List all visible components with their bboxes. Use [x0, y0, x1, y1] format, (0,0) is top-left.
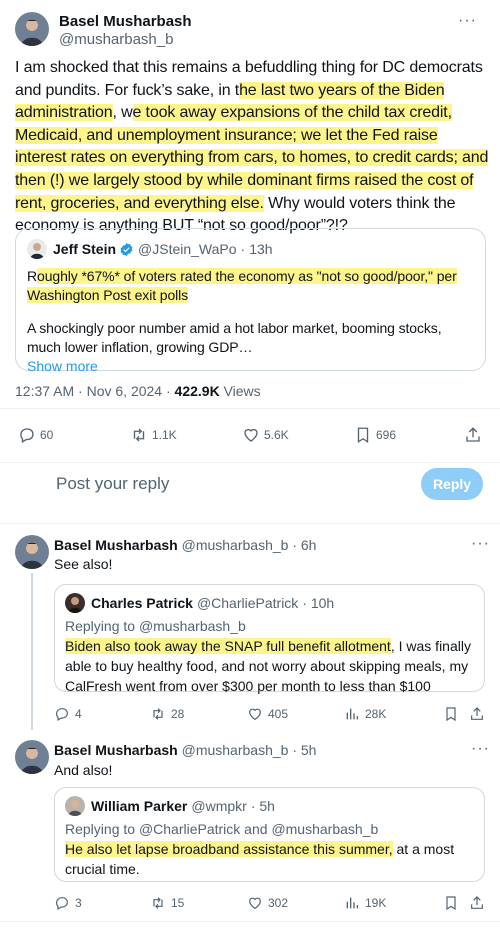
like-action[interactable]: 5.6K: [242, 426, 289, 444]
tweet-text: I am shocked that this remains a befuddl…: [15, 59, 489, 235]
repost-icon: [153, 708, 163, 720]
quoted-author-name[interactable]: Jeff Stein: [53, 241, 116, 257]
bookmark-action[interactable]: [443, 706, 459, 722]
quoted-author-avatar[interactable]: [65, 593, 85, 613]
share-icon: [466, 427, 480, 442]
reply-action[interactable]: 3: [54, 895, 82, 911]
share-icon: [471, 707, 483, 720]
heart-icon: [244, 428, 258, 442]
analytics-icon: [346, 897, 358, 909]
reply-composer: Post your reply Reply: [0, 466, 500, 506]
reply-actions: 4 28 405 28K: [54, 706, 485, 724]
thread-line: [31, 573, 33, 730]
quoted-author-handle: @JStein_WaPo: [138, 241, 237, 257]
reply-icon: [56, 897, 68, 911]
heart-icon: [249, 708, 261, 721]
reply-author-avatar[interactable]: [15, 740, 49, 774]
mention-link[interactable]: @CharliePatrick: [139, 821, 240, 837]
reply-input[interactable]: Post your reply: [56, 474, 169, 494]
mention-link[interactable]: @musharbash_b: [139, 618, 246, 634]
reply-action[interactable]: 4: [54, 706, 82, 722]
reply-quoted-tweet[interactable]: William Parker @wmpkr · 5h Replying to @…: [54, 787, 485, 882]
quoted-author-handle: @wmpkr: [191, 798, 247, 814]
quoted-time: · 10h: [302, 595, 335, 611]
divider: [0, 523, 500, 524]
bookmark-icon: [446, 707, 456, 722]
like-action[interactable]: 302: [247, 895, 288, 911]
reply-author-name[interactable]: Basel Musharbash: [54, 742, 178, 758]
quoted-text: Roughly *67%* of voters rated the econom…: [27, 268, 457, 303]
more-options-icon[interactable]: ···: [458, 13, 477, 29]
repost-action[interactable]: 15: [150, 895, 184, 911]
repost-icon: [153, 897, 163, 909]
quoted-body: A shockingly poor number amid a hot labo…: [27, 320, 442, 355]
quoted-author-name[interactable]: Charles Patrick: [91, 595, 193, 611]
author-handle[interactable]: @musharbash_b: [59, 30, 192, 49]
quoted-author-avatar[interactable]: [65, 796, 85, 816]
quoted-author-name[interactable]: William Parker: [91, 798, 187, 814]
bookmark-icon: [357, 427, 369, 444]
reply-icon: [20, 428, 34, 443]
divider: [0, 462, 500, 463]
bookmark-action[interactable]: 696: [354, 426, 396, 444]
bookmark-icon: [446, 896, 456, 911]
reply-text: And also!: [54, 762, 113, 778]
reply-author-handle[interactable]: @musharbash_b: [182, 537, 289, 553]
repost-action[interactable]: 1.1K: [130, 426, 177, 444]
like-action[interactable]: 405: [247, 706, 288, 722]
reply-author-avatar[interactable]: [15, 535, 49, 569]
divider: [0, 921, 500, 922]
tweet-meta: 12:37 AM · Nov 6, 2024 · 422.9K Views: [15, 383, 261, 399]
views-count: 422.9K: [174, 383, 220, 399]
quoted-tweet[interactable]: Jeff Stein @JStein_WaPo · 13h Roughly *6…: [15, 228, 486, 374]
reply-icon: [56, 708, 68, 722]
share-action[interactable]: [464, 426, 482, 444]
reply-header: Basel Musharbash @musharbash_b · 5h: [54, 742, 316, 759]
repost-action[interactable]: 28: [150, 706, 184, 722]
analytics-icon: [346, 708, 358, 720]
quoted-time: · 5h: [250, 798, 275, 814]
reply-actions: 3 15 302 19K: [54, 895, 485, 913]
reply-quoted-tweet[interactable]: Charles Patrick @CharliePatrick · 10h Re…: [54, 584, 485, 694]
reply-text: See also!: [54, 556, 113, 572]
reply-header: Basel Musharbash @musharbash_b · 6h: [54, 537, 316, 554]
quoted-text: Biden also took away the SNAP full benef…: [65, 638, 471, 694]
reply-button[interactable]: Reply: [421, 468, 483, 500]
bookmark-action[interactable]: [443, 895, 459, 911]
quoted-time: 13h: [249, 241, 273, 257]
verified-badge-icon: [120, 242, 133, 256]
quoted-author-handle: @CharliePatrick: [196, 595, 299, 611]
reply-action[interactable]: 60: [18, 426, 53, 444]
share-action[interactable]: [469, 706, 485, 722]
author-name[interactable]: Basel Musharbash: [59, 13, 192, 30]
quoted-author-avatar[interactable]: [27, 239, 47, 259]
views-action[interactable]: 19K: [344, 895, 386, 911]
reply-author-name[interactable]: Basel Musharbash: [54, 537, 178, 553]
quoted-text: He also let lapse broadband assistance t…: [65, 841, 455, 877]
share-icon: [471, 896, 483, 909]
author-avatar[interactable]: [15, 12, 49, 46]
more-options-icon[interactable]: ···: [471, 536, 490, 552]
views-action[interactable]: 28K: [344, 706, 386, 722]
replying-to: Replying to @CharliePatrick and @musharb…: [65, 821, 379, 837]
replying-to: Replying to @musharbash_b: [65, 618, 246, 634]
heart-icon: [249, 897, 261, 910]
reply-time: · 5h: [292, 742, 317, 758]
divider: [0, 408, 500, 409]
show-more-link[interactable]: Show more: [27, 357, 474, 376]
timestamp[interactable]: 12:37 AM · Nov 6, 2024 ·: [15, 383, 175, 399]
reply-author-handle[interactable]: @musharbash_b: [182, 742, 289, 758]
more-options-icon[interactable]: ···: [471, 741, 490, 757]
share-action[interactable]: [469, 895, 485, 911]
reply-time: · 6h: [292, 537, 317, 553]
tweet-actions: 60 1.1K 5.6K 696: [18, 426, 486, 446]
main-tweet-header: Basel Musharbash @musharbash_b ···: [15, 12, 485, 49]
mention-link[interactable]: @musharbash_b: [271, 821, 378, 837]
repost-icon: [133, 428, 145, 442]
